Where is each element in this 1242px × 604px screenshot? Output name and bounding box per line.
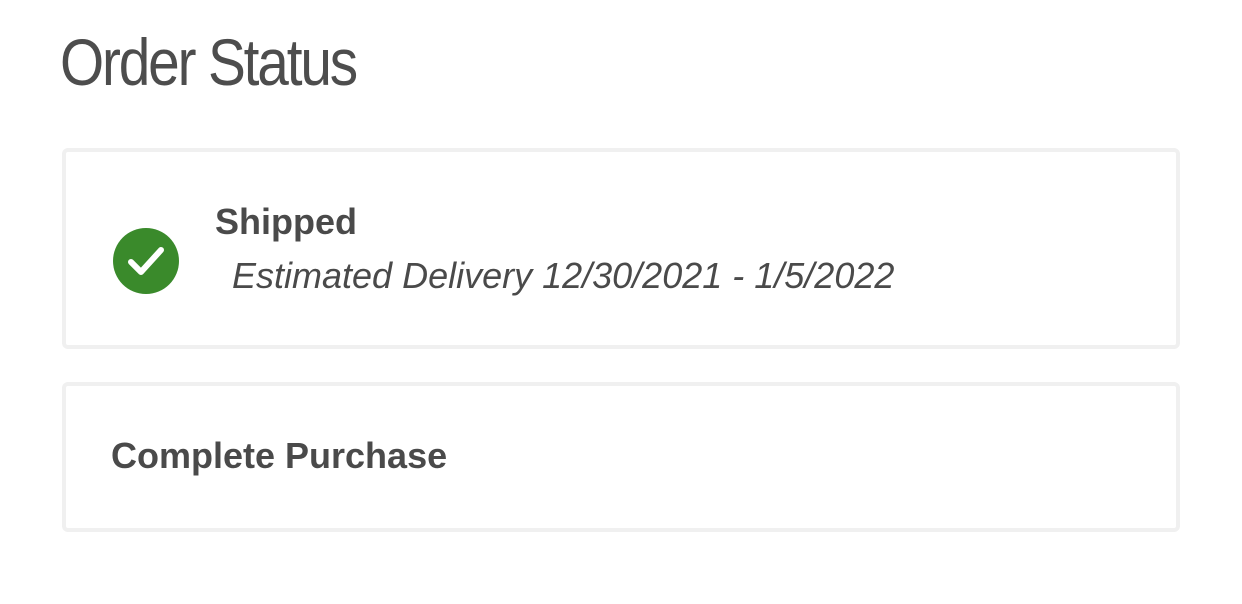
order-status-page: Order Status Shipped Estimated Delivery … xyxy=(0,0,1242,604)
page-title: Order Status xyxy=(60,25,358,99)
check-circle-icon xyxy=(113,228,179,294)
shipped-status-label: Shipped xyxy=(215,201,357,242)
complete-purchase-label[interactable]: Complete Purchase xyxy=(111,434,447,478)
complete-purchase-card[interactable]: Complete Purchase xyxy=(62,382,1180,532)
shipped-status-card: Shipped Estimated Delivery 12/30/2021 - … xyxy=(62,148,1180,349)
checkmark-glyph xyxy=(128,247,164,275)
estimated-delivery-text: Estimated Delivery 12/30/2021 - 1/5/2022 xyxy=(232,255,895,296)
